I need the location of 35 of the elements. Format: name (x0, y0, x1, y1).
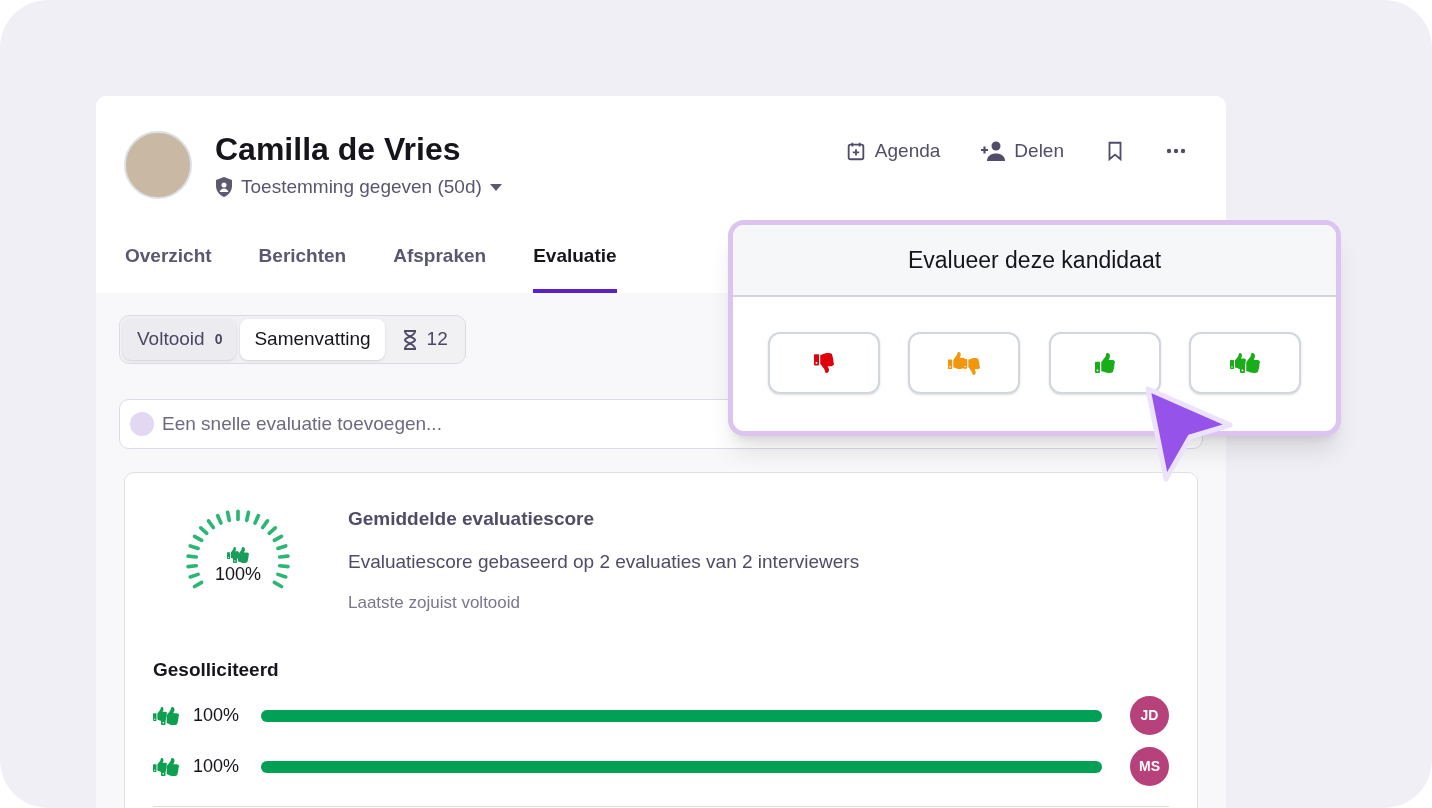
double-thumbs-up-icon (227, 547, 249, 563)
candidate-name: Camilla de Vries (215, 131, 462, 167)
popup-title: Evalueer deze kandidaat (733, 225, 1336, 297)
double-thumbs-up-icon (153, 706, 179, 725)
tab[interactable]: Berichten (258, 241, 347, 293)
tab[interactable]: Afspraken (393, 241, 487, 293)
quick-evaluation-field[interactable]: Een snelle evaluatie toevoegen... (162, 409, 1192, 439)
add-person-icon (980, 140, 1007, 163)
stage-title: Gesolliciteerd (153, 657, 280, 682)
row-reading: 100% (193, 755, 241, 778)
double-thumbs-up-icon (153, 757, 179, 776)
row-reading: 100% (193, 704, 241, 727)
hourglass-icon (402, 329, 417, 350)
toolbar-icon-button[interactable] (1166, 148, 1186, 155)
caret-icon (489, 183, 502, 191)
shield-icon (215, 177, 233, 198)
initials-avatar: MS (1130, 747, 1169, 786)
toolbar-button[interactable]: Delen (980, 137, 1064, 166)
score-meta: Laatste zojuist voltooid (348, 592, 521, 614)
score-description: Evaluatiescore gebaseerd op 2 evaluaties van 2 interviewers (348, 549, 860, 574)
more-icon (1166, 148, 1186, 155)
rating-button[interactable] (768, 332, 880, 394)
user-avatar (130, 412, 154, 436)
initials-avatar: JD (1130, 696, 1169, 735)
consent-dropdown[interactable]: Toestemming gegeven (50d) (215, 173, 502, 202)
rating-button[interactable] (1189, 332, 1301, 394)
toolbar-button[interactable]: Agenda (844, 137, 941, 166)
score-title: Gemiddelde evaluatiescore (348, 507, 596, 531)
rating-button[interactable] (1048, 332, 1161, 394)
segment[interactable]: Samenvatting (240, 319, 385, 360)
tab[interactable]: Overzicht (125, 241, 212, 293)
segment[interactable]: Voltooid 0 (123, 319, 237, 360)
score-reading: 100% (214, 563, 261, 585)
pending-segment[interactable]: 12 (388, 319, 462, 360)
cursor-arrow-icon (1142, 385, 1234, 485)
